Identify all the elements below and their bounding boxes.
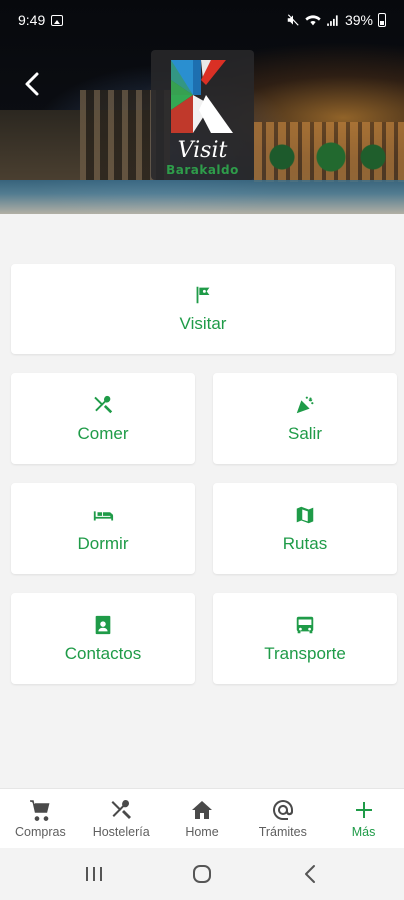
battery-percent: 39% (344, 12, 373, 28)
status-bar: 9:49 39% (0, 0, 404, 40)
party-popper-icon (296, 396, 314, 413)
map-icon (296, 506, 314, 523)
wifi-icon (305, 15, 321, 26)
salir-label: Salir (287, 423, 322, 443)
at-icon (272, 800, 293, 820)
comer-label: Comer (77, 423, 129, 443)
status-time: 9:49 (18, 12, 46, 28)
recent-apps-icon (86, 867, 102, 881)
plus-icon (355, 802, 372, 818)
rutas-card[interactable]: Rutas (213, 483, 397, 574)
bus-icon (296, 616, 314, 633)
nav-compras-label: Compras (15, 825, 66, 839)
logo-city-text: Barakaldo (166, 163, 239, 177)
nav-home-label: Home (185, 825, 219, 839)
visitar-label: Visitar (179, 314, 227, 333)
chevron-left-icon (25, 72, 39, 96)
utensils-icon (111, 800, 132, 819)
nav-tramites-label: Trámites (258, 825, 307, 839)
bottom-navigation: Compras Hostelería Home Trámites Más (0, 788, 404, 848)
transporte-label: Transporte (264, 643, 346, 663)
water-reflection (0, 180, 404, 214)
cart-icon (30, 800, 50, 821)
chevron-left-icon (305, 865, 315, 883)
utensils-icon (94, 395, 113, 413)
nav-mas[interactable]: Más (324, 798, 404, 839)
flag-icon (196, 286, 210, 304)
transporte-card[interactable]: Transporte (213, 593, 397, 684)
nav-hosteleria[interactable]: Hostelería (81, 798, 161, 839)
nav-tramites[interactable]: Trámites (243, 798, 323, 839)
visitar-card[interactable]: Visitar (11, 264, 395, 354)
k-logo-mark (171, 60, 233, 133)
home-circle-icon (193, 865, 211, 883)
trees (254, 142, 394, 172)
salir-card[interactable]: Salir (213, 373, 397, 464)
signal-icon (327, 15, 338, 26)
contactos-label: Contactos (64, 643, 142, 663)
nav-compras[interactable]: Compras (0, 798, 80, 839)
home-system-button[interactable] (182, 854, 222, 894)
logo-visit-text: Visit (177, 138, 228, 163)
home-icon (191, 801, 212, 819)
contactos-card[interactable]: Contactos (11, 593, 195, 684)
system-navigation-bar (0, 848, 404, 900)
battery-icon (378, 13, 386, 27)
comer-card[interactable]: Comer (11, 373, 195, 464)
nav-home[interactable]: Home (162, 798, 242, 839)
rutas-label: Rutas (282, 533, 328, 553)
bed-icon (93, 510, 114, 520)
back-button[interactable] (18, 70, 46, 98)
system-back-button[interactable] (290, 854, 330, 894)
dormir-label: Dormir (77, 533, 129, 553)
recent-apps-button[interactable] (74, 854, 114, 894)
mute-icon (287, 14, 299, 26)
visit-barakaldo-logo: Visit Barakaldo (151, 50, 254, 180)
gallery-icon (51, 14, 64, 26)
contact-book-icon (95, 615, 111, 634)
nav-mas-label: Más (351, 825, 376, 839)
nav-hosteleria-label: Hostelería (92, 825, 150, 839)
dormir-card[interactable]: Dormir (11, 483, 195, 574)
